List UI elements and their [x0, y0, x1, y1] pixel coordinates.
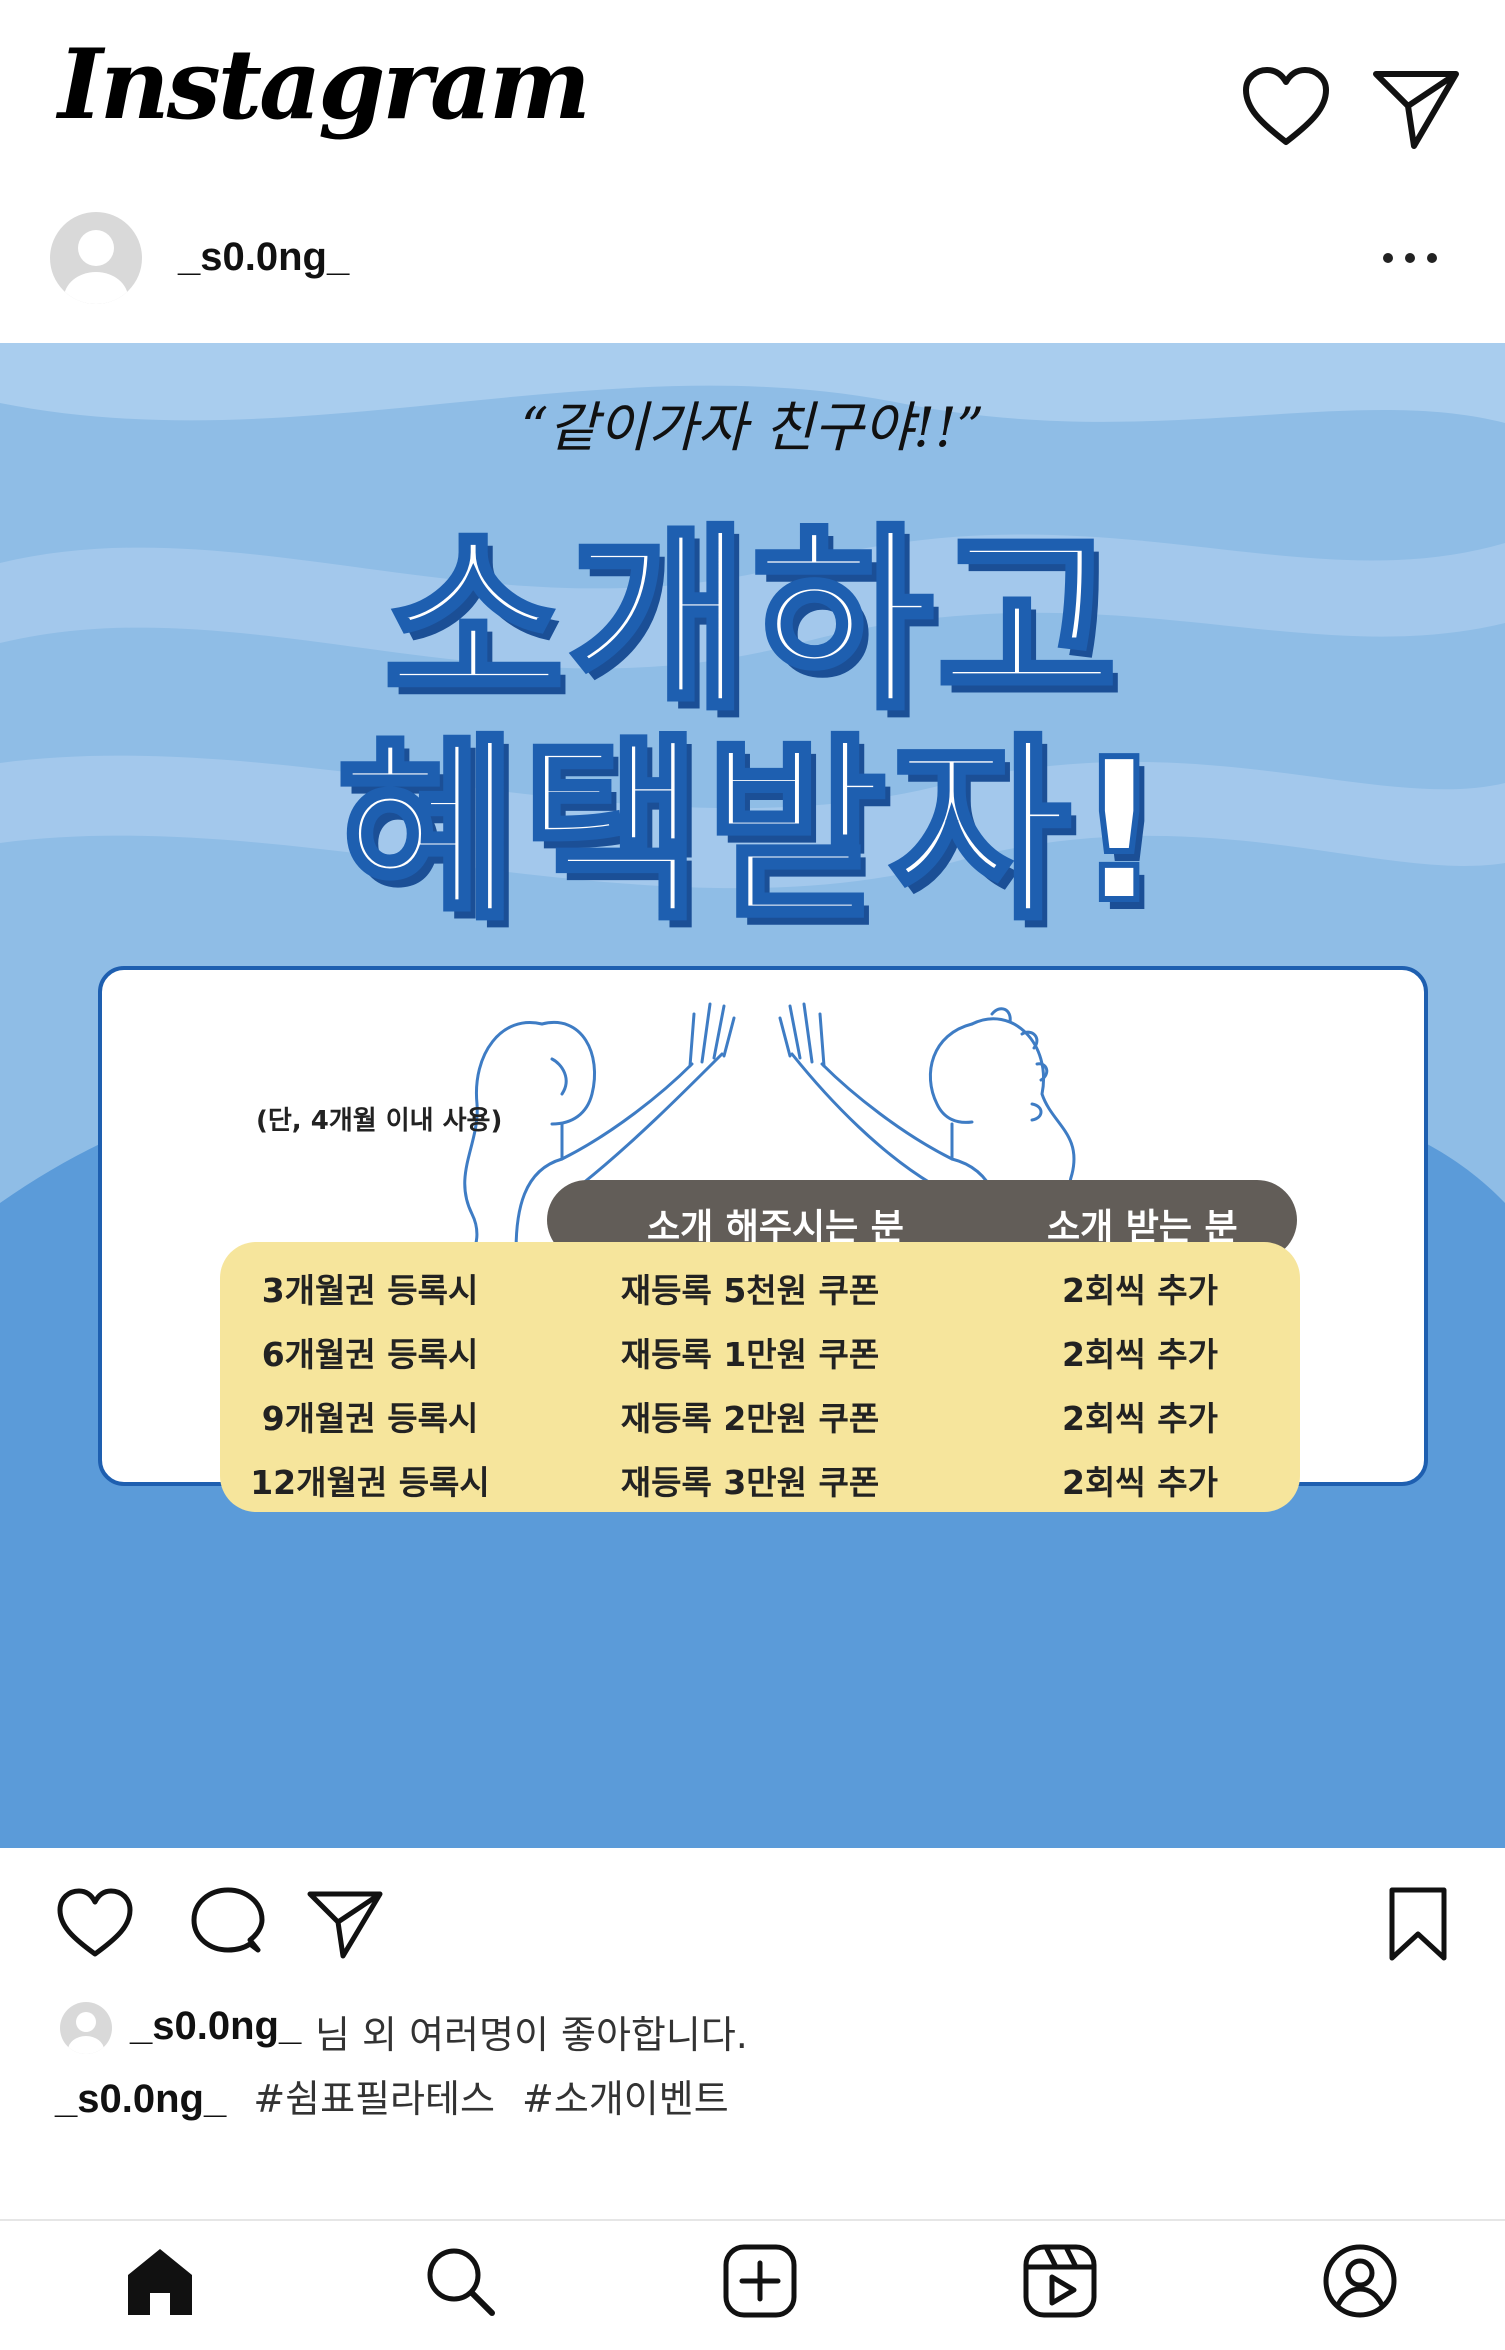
- create-icon[interactable]: [720, 2241, 800, 2321]
- footnote-text: (단, 4개월 이내 사용): [256, 1106, 503, 1136]
- caption-username[interactable]: _s0.0ng_: [55, 2077, 226, 2121]
- plan-cell: 12개월권 등록시: [250, 1463, 490, 1502]
- send-icon[interactable]: [1370, 62, 1462, 154]
- reels-icon[interactable]: [1020, 2241, 1100, 2321]
- profile-icon[interactable]: [1320, 2241, 1400, 2321]
- comment-icon[interactable]: [188, 1884, 268, 1964]
- liker-username[interactable]: _s0.0ng_: [130, 2004, 301, 2049]
- quote-text: “같이가자 친구야!!”: [520, 396, 985, 459]
- post-caption: _s0.0ng_ #쉼표필라테스 #소개이벤트: [55, 2068, 751, 2123]
- search-icon[interactable]: [420, 2241, 500, 2321]
- referee-cell: 2회씩 추가: [1062, 1399, 1218, 1438]
- referrer-cell: 재등록 3만원 쿠폰: [620, 1463, 880, 1502]
- plan-cell: 3개월권 등록시: [261, 1271, 479, 1310]
- instagram-logo: Instagram: [58, 28, 591, 141]
- table-row: 6개월권 등록시 재등록 1만원 쿠폰 2회씩 추가: [220, 1318, 1300, 1382]
- more-options-icon[interactable]: [1380, 238, 1440, 278]
- default-avatar-icon: [64, 230, 128, 304]
- benefit-card: 소개 해주시는 분 소개 받는 분 3개월권 등록시 재등록 5천원 쿠폰 2회…: [98, 966, 1428, 1512]
- headline-line-2: 혜택받자!: [334, 715, 1168, 949]
- referee-cell: 2회씩 추가: [1062, 1463, 1218, 1502]
- bookmark-icon[interactable]: [1378, 1884, 1458, 1964]
- post-username[interactable]: _s0.0ng_: [178, 235, 349, 280]
- hashtag-link[interactable]: #소개이벤트: [522, 2077, 729, 2121]
- table-row: 12개월권 등록시 재등록 3만원 쿠폰 2회씩 추가: [220, 1446, 1300, 1510]
- likes-text: 님 외 여러명이 좋아합니다.: [315, 2013, 748, 2057]
- home-icon[interactable]: [120, 2241, 200, 2321]
- table-row: 3개월권 등록시 재등록 5천원 쿠폰 2회씩 추가: [220, 1254, 1300, 1318]
- top-bar: Instagram: [0, 0, 1505, 200]
- avatar[interactable]: [50, 212, 142, 304]
- like-icon[interactable]: [55, 1884, 135, 1964]
- plan-cell: 6개월권 등록시: [261, 1335, 479, 1374]
- hashtag-link[interactable]: #쉼표필라테스: [253, 2077, 495, 2121]
- table-row: 9개월권 등록시 재등록 2만원 쿠폰 2회씩 추가: [220, 1382, 1300, 1446]
- plan-cell: 9개월권 등록시: [261, 1399, 479, 1438]
- post-image[interactable]: “같이가자 친구야!!” 소개하고 혜택받자! 소개 해주시는 분 소개 받는 …: [0, 343, 1505, 1848]
- referrer-cell: 재등록 5천원 쿠폰: [620, 1271, 880, 1310]
- referee-cell: 2회씩 추가: [1062, 1335, 1218, 1374]
- footnote-container: (단, 4개월 이내 사용): [256, 1100, 502, 1137]
- heart-icon[interactable]: [1240, 62, 1332, 154]
- referrer-cell: 재등록 2만원 쿠폰: [620, 1399, 880, 1438]
- share-icon[interactable]: [305, 1884, 385, 1964]
- post-header: _s0.0ng_: [0, 200, 1505, 340]
- benefit-table: 3개월권 등록시 재등록 5천원 쿠폰 2회씩 추가 6개월권 등록시 재등록 …: [220, 1242, 1300, 1512]
- liker-avatar: [60, 2002, 112, 2054]
- bottom-nav: [0, 2221, 1505, 2350]
- post-actions: [0, 1848, 1505, 1968]
- referrer-cell: 재등록 1만원 쿠폰: [620, 1335, 880, 1374]
- referee-cell: 2회씩 추가: [1062, 1271, 1218, 1310]
